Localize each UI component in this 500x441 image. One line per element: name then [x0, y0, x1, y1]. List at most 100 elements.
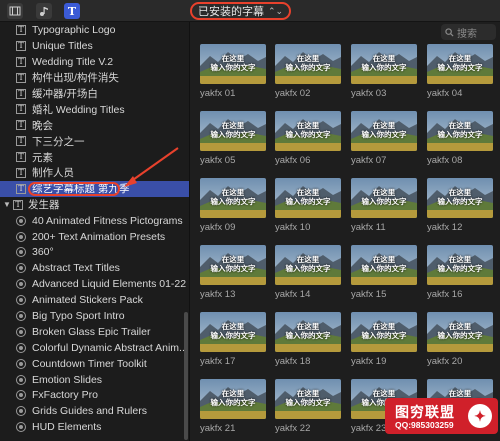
clip-caption: yakfx 11 [351, 222, 386, 233]
clip-thumbnail[interactable]: 在这里输入你的文字 [200, 312, 266, 352]
thumbnail-text-line2: 输入你的文字 [361, 197, 407, 206]
sidebar-item[interactable]: T 元素 [0, 149, 189, 165]
thumbnail-text-line2: 输入你的文字 [437, 331, 483, 340]
thumbnail-text-line2: 输入你的文字 [285, 331, 331, 340]
clip-thumbnail[interactable]: 在这里输入你的文字 [351, 312, 417, 352]
sidebar-item[interactable]: T 婚礼 Wedding Titles [0, 101, 189, 117]
sidebar-item[interactable]: 40 Animated Fitness Pictograms [0, 213, 189, 229]
clip-caption: yakfx 22 [275, 423, 311, 434]
disclosure-triangle-icon[interactable]: ▼ [3, 200, 11, 209]
flame-logo-icon: ✦ [468, 404, 492, 428]
clip-thumbnail[interactable]: 在这里输入你的文字 [351, 44, 417, 84]
toolbar: T 已安装的字幕 ⌃⌄ [0, 0, 500, 22]
watermark-badge: 图穷联盟 QQ:985303259 ✦ [385, 398, 498, 434]
sidebar-item-label: 晚会 [32, 119, 53, 132]
title-icon: T [16, 120, 26, 131]
clip-thumbnail[interactable]: 在这里输入你的文字 [200, 245, 266, 285]
sidebar-item[interactable]: 360° [0, 244, 189, 260]
sidebar-item[interactable]: T Typographic Logo [0, 22, 189, 38]
thumbnail-text-line2: 输入你的文字 [210, 264, 256, 273]
sidebar-item-label: 200+ Text Animation Presets [32, 230, 166, 243]
sidebar-item[interactable]: T Wedding Title V.2 [0, 54, 189, 70]
sidebar-item[interactable]: Animated Stickers Pack [0, 292, 189, 308]
sidebar-item[interactable]: Big Typo Sport Intro [0, 308, 189, 324]
sidebar-item[interactable]: T 构件出现/构件消失 [0, 70, 189, 86]
title-icon: T [16, 24, 26, 35]
search-field[interactable]: 搜索 [441, 24, 496, 40]
clip-caption: yakfx 06 [275, 155, 311, 166]
clip-thumbnail[interactable]: 在这里输入你的文字 [427, 178, 493, 218]
generator-icon [16, 310, 26, 321]
clip-thumbnail[interactable]: 在这里输入你的文字 [275, 178, 341, 218]
sidebar-item[interactable]: Countdown Timer Toolkit [0, 356, 189, 372]
sidebar-item[interactable]: T 晚会 [0, 117, 189, 133]
clip-thumbnail[interactable]: 在这里输入你的文字 [200, 111, 266, 151]
clip-thumbnail[interactable]: 在这里输入你的文字 [351, 111, 417, 151]
clip-thumbnail[interactable]: 在这里输入你的文字 [275, 111, 341, 151]
sidebar-item[interactable]: T 下三分之一 [0, 133, 189, 149]
film-icon[interactable] [7, 3, 23, 19]
sidebar-item[interactable]: T 综艺字幕标题 第九季 [0, 180, 189, 197]
clip-thumbnail[interactable]: 在这里输入你的文字 [427, 111, 493, 151]
clip-caption: yakfx 09 [200, 222, 236, 233]
clip-caption: yakfx 16 [427, 289, 463, 300]
clip-thumbnail[interactable]: 在这里输入你的文字 [275, 312, 341, 352]
installed-titles-dropdown[interactable]: 已安装的字幕 ⌃⌄ [190, 2, 292, 20]
sidebar-item-label: 360° [32, 246, 54, 259]
search-placeholder: 搜索 [457, 28, 477, 40]
sidebar-item[interactable]: Advanced Liquid Elements 01-22 [0, 276, 189, 292]
thumbnail-text-line2: 输入你的文字 [210, 197, 256, 206]
sidebar-item[interactable]: Broken Glass Epic Trailer [0, 324, 189, 340]
clip-caption: yakfx 13 [200, 289, 236, 300]
watermark-subtitle: QQ:985303259 [395, 420, 454, 430]
generator-icon [16, 358, 26, 369]
sidebar-item-label: Wedding Title V.2 [32, 55, 114, 68]
clip-thumbnail[interactable]: 在这里输入你的文字 [275, 379, 341, 419]
sidebar-item-label: Countdown Timer Toolkit [32, 357, 147, 370]
sidebar-item[interactable]: T 缓冲器/开场白 [0, 86, 189, 102]
clip-thumbnail[interactable]: 在这里输入你的文字 [427, 245, 493, 285]
sidebar-scrollbar[interactable] [184, 312, 188, 440]
sidebar-item[interactable]: Abstract Text Titles [0, 260, 189, 276]
folder-titles-icon: T [13, 199, 23, 210]
clip-thumbnail[interactable]: 在这里输入你的文字 [351, 245, 417, 285]
titles-icon[interactable]: T [64, 3, 80, 19]
clip-caption: yakfx 10 [275, 222, 311, 233]
sidebar-item-label: Typographic Logo [32, 23, 116, 36]
thumbnail-text-line2: 输入你的文字 [285, 264, 331, 273]
clip-caption: yakfx 19 [351, 356, 387, 367]
thumbnail-text-line2: 输入你的文字 [361, 264, 407, 273]
sidebar-item-label: 发生器 [28, 199, 60, 212]
clip-thumbnail[interactable]: 在这里输入你的文字 [275, 245, 341, 285]
sidebar-item[interactable]: T Unique Titles [0, 38, 189, 54]
sidebar-item[interactable]: 200+ Text Animation Presets [0, 229, 189, 245]
sidebar-item[interactable]: Colorful Dynamic Abstract Anim... [0, 340, 189, 356]
sidebar-item[interactable]: T 制作人员 [0, 165, 189, 181]
thumbnail-text-line2: 输入你的文字 [361, 130, 407, 139]
clip-thumbnail[interactable]: 在这里输入你的文字 [275, 44, 341, 84]
thumbnail-text-line2: 输入你的文字 [361, 63, 407, 72]
clip-thumbnail[interactable]: 在这里输入你的文字 [200, 44, 266, 84]
sidebar-item[interactable]: HUD Elements [0, 419, 189, 435]
sidebar-item-label: 制作人员 [32, 167, 74, 180]
clip-thumbnail[interactable]: 在这里输入你的文字 [200, 379, 266, 419]
sidebar-item-label: Grids Guides and Rulers [32, 405, 147, 418]
sidebar-item-label: 婚礼 Wedding Titles [32, 103, 125, 116]
title-icon: T [16, 152, 26, 163]
clip-thumbnail[interactable]: 在这里输入你的文字 [200, 178, 266, 218]
sidebar-item[interactable]: FxFactory Pro [0, 387, 189, 403]
clip-thumbnail[interactable]: 在这里输入你的文字 [351, 178, 417, 218]
generator-icon [16, 406, 26, 417]
sidebar-item[interactable]: Emotion Slides [0, 372, 189, 388]
clip-thumbnail[interactable]: 在这里输入你的文字 [427, 312, 493, 352]
sidebar-item[interactable]: Grids Guides and Rulers [0, 403, 189, 419]
sidebar-item-label: Animated Stickers Pack [32, 294, 143, 307]
clip-caption: yakfx 18 [275, 356, 311, 367]
title-icon: T [16, 167, 26, 178]
clip-caption: yakfx 03 [351, 88, 387, 99]
clip-thumbnail[interactable]: 在这里输入你的文字 [427, 44, 493, 84]
dropdown-label: 已安装的字幕 [198, 6, 264, 18]
sidebar-item-label: HUD Elements [32, 421, 102, 434]
sidebar-item[interactable]: ▼ T 发生器 [0, 197, 189, 213]
music-icon[interactable] [36, 3, 52, 19]
